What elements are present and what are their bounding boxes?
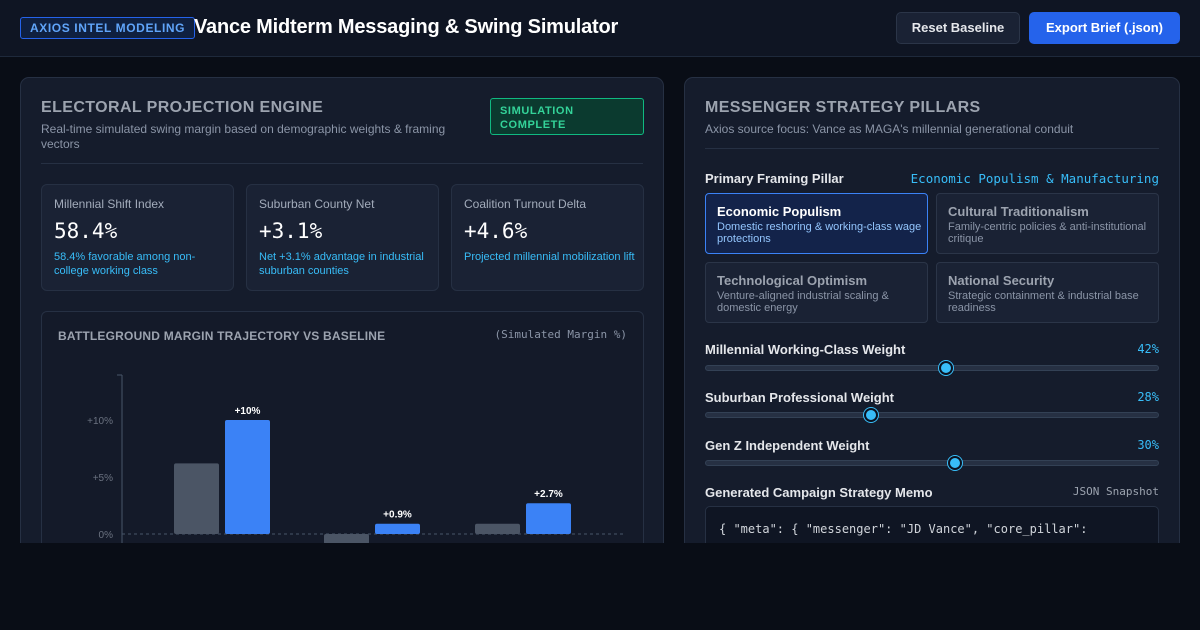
slider-thumb[interactable] (863, 408, 878, 422)
top-bar: AXIOS INTEL MODELING Vance Midterm Messa… (0, 0, 1200, 57)
kpi-value: 58.4% (54, 219, 118, 243)
kpi-label: Suburban County Net (259, 197, 375, 211)
app-title: Vance Midterm Messaging & Swing Simulato… (194, 16, 619, 38)
pillar-name: Economic Populism (717, 204, 842, 219)
json-snapshot-tag: JSON Snapshot (1072, 485, 1159, 498)
kpi-card-millennial-shift: Millennial Shift Index 58.4% 58.4% favor… (41, 184, 234, 291)
projection-engine-panel: ELECTORAL PROJECTION ENGINE Real-time si… (20, 77, 664, 567)
pillar-name: Technological Optimism (717, 273, 868, 288)
pillar-cultural-traditionalism[interactable]: Cultural Traditionalism Family-centric p… (936, 193, 1159, 254)
slider-label-suburban: Suburban Professional Weight (705, 390, 895, 405)
pillar-description: Domestic reshoring & working-class wage … (717, 221, 922, 245)
kpi-card-suburban-net: Suburban County Net +3.1% Net +3.1% adva… (246, 184, 439, 291)
bar-data-label: +10% (235, 406, 261, 417)
viewport-fold (0, 543, 1200, 630)
divider (41, 163, 643, 164)
strategy-pillars-panel: MESSENGER STRATEGY PILLARS Axios source … (684, 77, 1180, 567)
pillar-economic-populism[interactable]: Economic Populism Domestic reshoring & w… (705, 193, 928, 254)
slider-value-suburban: 28% (1137, 390, 1159, 404)
kpi-note: Projected millennial mobilization lift (464, 251, 635, 263)
divider (705, 148, 1159, 149)
slider-label-genz: Gen Z Independent Weight (705, 438, 870, 453)
kpi-note: Net +3.1% advantage in industrial suburb… (259, 251, 424, 277)
kpi-card-turnout-delta: Coalition Turnout Delta +4.6% Projected … (451, 184, 644, 291)
pillar-description: Venture-aligned industrial scaling & dom… (717, 290, 889, 314)
bar-data-label: +0.9% (383, 510, 412, 521)
status-badge: SIMULATION COMPLETE (490, 98, 644, 135)
kpi-label: Millennial Shift Index (54, 197, 165, 211)
slider-label-millennial: Millennial Working-Class Weight (705, 342, 906, 357)
framing-pillar-value: Economic Populism & Manufacturing (910, 171, 1159, 186)
suburban-weight-slider[interactable] (705, 408, 1159, 422)
reset-baseline-button[interactable]: Reset Baseline (896, 12, 1020, 44)
genz-weight-slider[interactable] (705, 456, 1159, 470)
simulated-bar (375, 523, 420, 534)
millennial-weight-slider[interactable] (705, 361, 1159, 375)
slider-thumb[interactable] (938, 361, 953, 375)
panel-subtitle: Real-time simulated swing margin based o… (41, 122, 446, 151)
simulated-bar (225, 420, 270, 534)
kpi-value: +3.1% (259, 219, 323, 243)
kpi-note: 58.4% favorable among non-college workin… (54, 251, 196, 277)
baseline-bar (475, 523, 520, 534)
pillar-name: Cultural Traditionalism (948, 204, 1089, 219)
y-tick-label: +10% (87, 416, 113, 427)
margin-chart: +10% +5% 0% +10% +0.9% +2.7% (87, 374, 624, 552)
export-brief-button[interactable]: Export Brief (.json) (1029, 12, 1180, 44)
pillar-description: Family-centric policies & anti-instituti… (948, 221, 1147, 245)
kpi-label: Coalition Turnout Delta (464, 197, 587, 211)
slider-value-genz: 30% (1137, 438, 1159, 452)
pillar-technological-optimism[interactable]: Technological Optimism Venture-aligned i… (705, 262, 928, 323)
memo-label: Generated Campaign Strategy Memo (705, 485, 933, 500)
panel-title: MESSENGER STRATEGY PILLARS (705, 99, 981, 116)
y-tick-label: 0% (99, 530, 114, 541)
y-tick-label: +5% (93, 473, 113, 484)
baseline-bar (174, 463, 219, 534)
kpi-value: +4.6% (464, 219, 528, 243)
framing-pillar-label: Primary Framing Pillar (705, 171, 844, 186)
simulated-bar (526, 503, 571, 534)
slider-value-millennial: 42% (1137, 342, 1159, 356)
panel-title: ELECTORAL PROJECTION ENGINE (41, 99, 324, 116)
margin-chart-card: BATTLEGROUND MARGIN TRAJECTORY VS BASELI… (41, 311, 644, 552)
pillar-description: Strategic containment & industrial base … (948, 290, 1139, 314)
brand-tag: AXIOS INTEL MODELING (20, 17, 196, 39)
slider-thumb[interactable] (947, 456, 962, 470)
bar-data-label: +2.7% (534, 489, 563, 500)
panel-subtitle: Axios source focus: Vance as MAGA's mill… (705, 122, 1074, 136)
pillar-name: National Security (948, 273, 1055, 288)
pillar-national-security[interactable]: National Security Strategic containment … (936, 262, 1159, 323)
